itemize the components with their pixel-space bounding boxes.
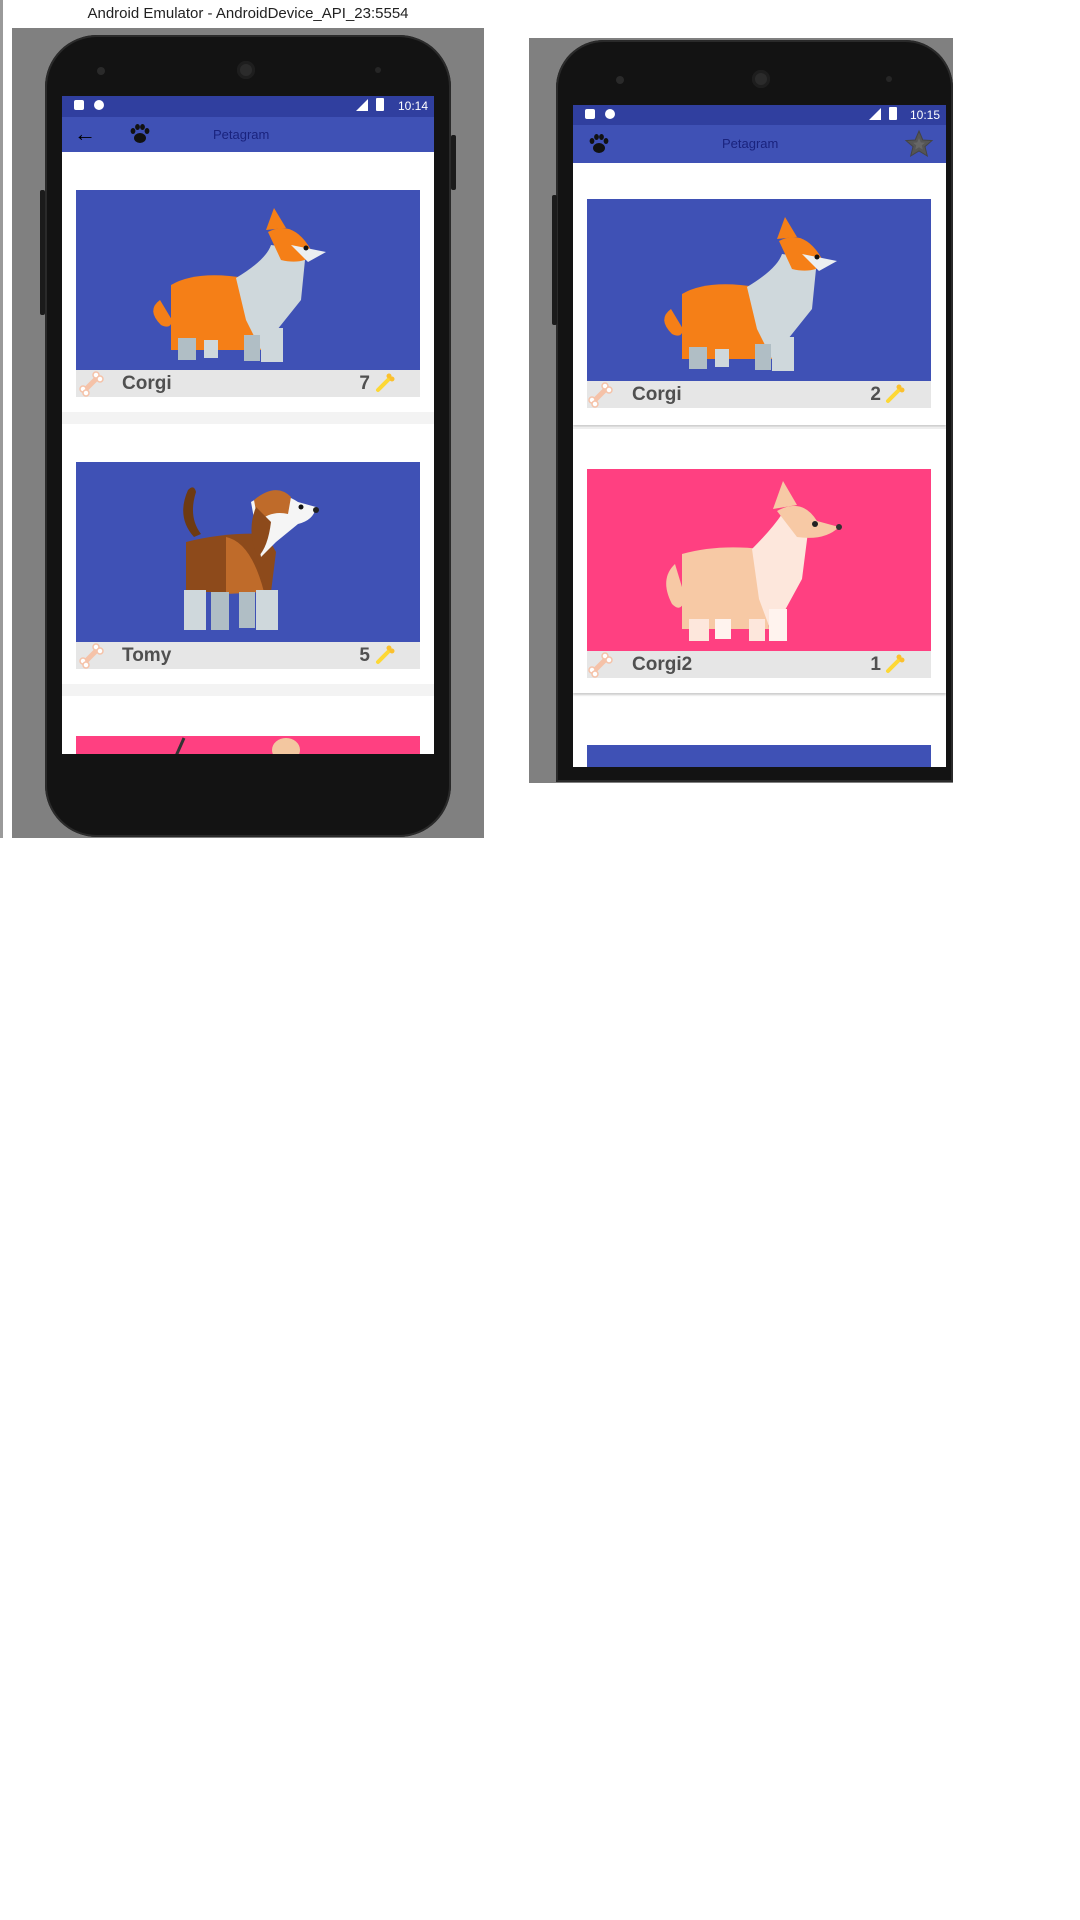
- status-bar: 10:15: [573, 105, 946, 125]
- pet-likes-count: 1: [870, 654, 881, 675]
- corgi-image: [664, 217, 837, 371]
- pet-info-bar: Corgi 2: [587, 381, 931, 408]
- pet-photo: [76, 462, 420, 642]
- pet-name: Tomy: [122, 645, 172, 666]
- earpiece: [752, 70, 770, 88]
- card-separator: [573, 427, 946, 429]
- front-camera: [616, 76, 624, 84]
- status-time: 10:14: [397, 99, 428, 113]
- volume-button-right: [552, 195, 557, 325]
- sensor: [375, 67, 381, 73]
- pet-likes-count: 2: [870, 384, 881, 405]
- android-icon: [94, 100, 104, 110]
- bone-icon[interactable]: [587, 382, 613, 408]
- app-toolbar: Petagram: [573, 125, 946, 163]
- window-edge: [0, 0, 3, 838]
- app-toolbar: ← Petagram: [62, 117, 434, 152]
- app-screen-right: 10:15 Petagram Corgi 2 Corgi2 1: [573, 105, 946, 767]
- star-icon[interactable]: [904, 129, 934, 159]
- paw-icon: [589, 134, 609, 153]
- pet-name: Corgi: [122, 373, 172, 394]
- pet-photo: [76, 190, 420, 370]
- pet-card[interactable]: Corgi2 1: [573, 435, 946, 693]
- sd-card-icon: [74, 100, 84, 110]
- pet-info-bar: Corgi 7: [76, 370, 420, 397]
- battery-icon: [376, 98, 384, 111]
- pet-name: Corgi: [632, 384, 682, 405]
- card-separator: [62, 412, 434, 424]
- battery-icon: [889, 107, 897, 120]
- pet-info-bar: Tomy 5: [76, 642, 420, 669]
- volume-button-left: [40, 190, 45, 315]
- pet-card[interactable]: Tomy 5: [62, 424, 434, 684]
- dog-image-partial: [175, 737, 300, 754]
- pet-card[interactable]: Corgi 7: [62, 152, 434, 412]
- app-screen-left: 10:14 ← Petagram Corgi 7 Tomy 5: [62, 96, 434, 754]
- status-bar: 10:14: [62, 96, 434, 117]
- sensor: [886, 76, 892, 82]
- pet-photo-partial: [587, 745, 931, 767]
- pet-likes-count: 7: [359, 373, 370, 394]
- golden-bone-icon: [886, 384, 905, 403]
- toolbar-title: Petagram: [722, 136, 779, 151]
- pet-photo: [587, 199, 931, 381]
- pet-info-bar: Corgi2 1: [587, 651, 931, 678]
- golden-bone-icon: [376, 373, 395, 392]
- golden-bone-icon: [886, 654, 905, 673]
- pet-likes-count: 5: [359, 645, 370, 666]
- earpiece: [237, 61, 255, 79]
- corgi-image: [153, 208, 326, 362]
- signal-icon: [356, 99, 368, 111]
- sd-card-icon: [585, 109, 595, 119]
- status-time: 10:15: [909, 108, 940, 122]
- signal-icon: [869, 108, 881, 120]
- beagle-image: [183, 487, 319, 630]
- paw-icon: [130, 124, 150, 143]
- pet-photo-partial: [76, 736, 420, 754]
- bone-icon[interactable]: [78, 643, 104, 669]
- front-camera: [97, 67, 105, 75]
- bone-icon[interactable]: [78, 371, 104, 397]
- emulator-window-title: Android Emulator - AndroidDevice_API_23:…: [12, 0, 484, 28]
- pet-photo: [587, 469, 931, 651]
- bone-icon[interactable]: [587, 652, 613, 678]
- card-separator: [62, 684, 434, 696]
- pet-card[interactable]: Corgi 2: [573, 163, 946, 425]
- toolbar-title: Petagram: [213, 127, 270, 142]
- back-arrow-icon[interactable]: ←: [74, 123, 96, 145]
- golden-bone-icon: [376, 645, 395, 664]
- android-icon: [605, 109, 615, 119]
- power-button-left: [451, 135, 456, 190]
- pet-name: Corgi2: [632, 654, 693, 675]
- corgi2-image: [666, 481, 842, 641]
